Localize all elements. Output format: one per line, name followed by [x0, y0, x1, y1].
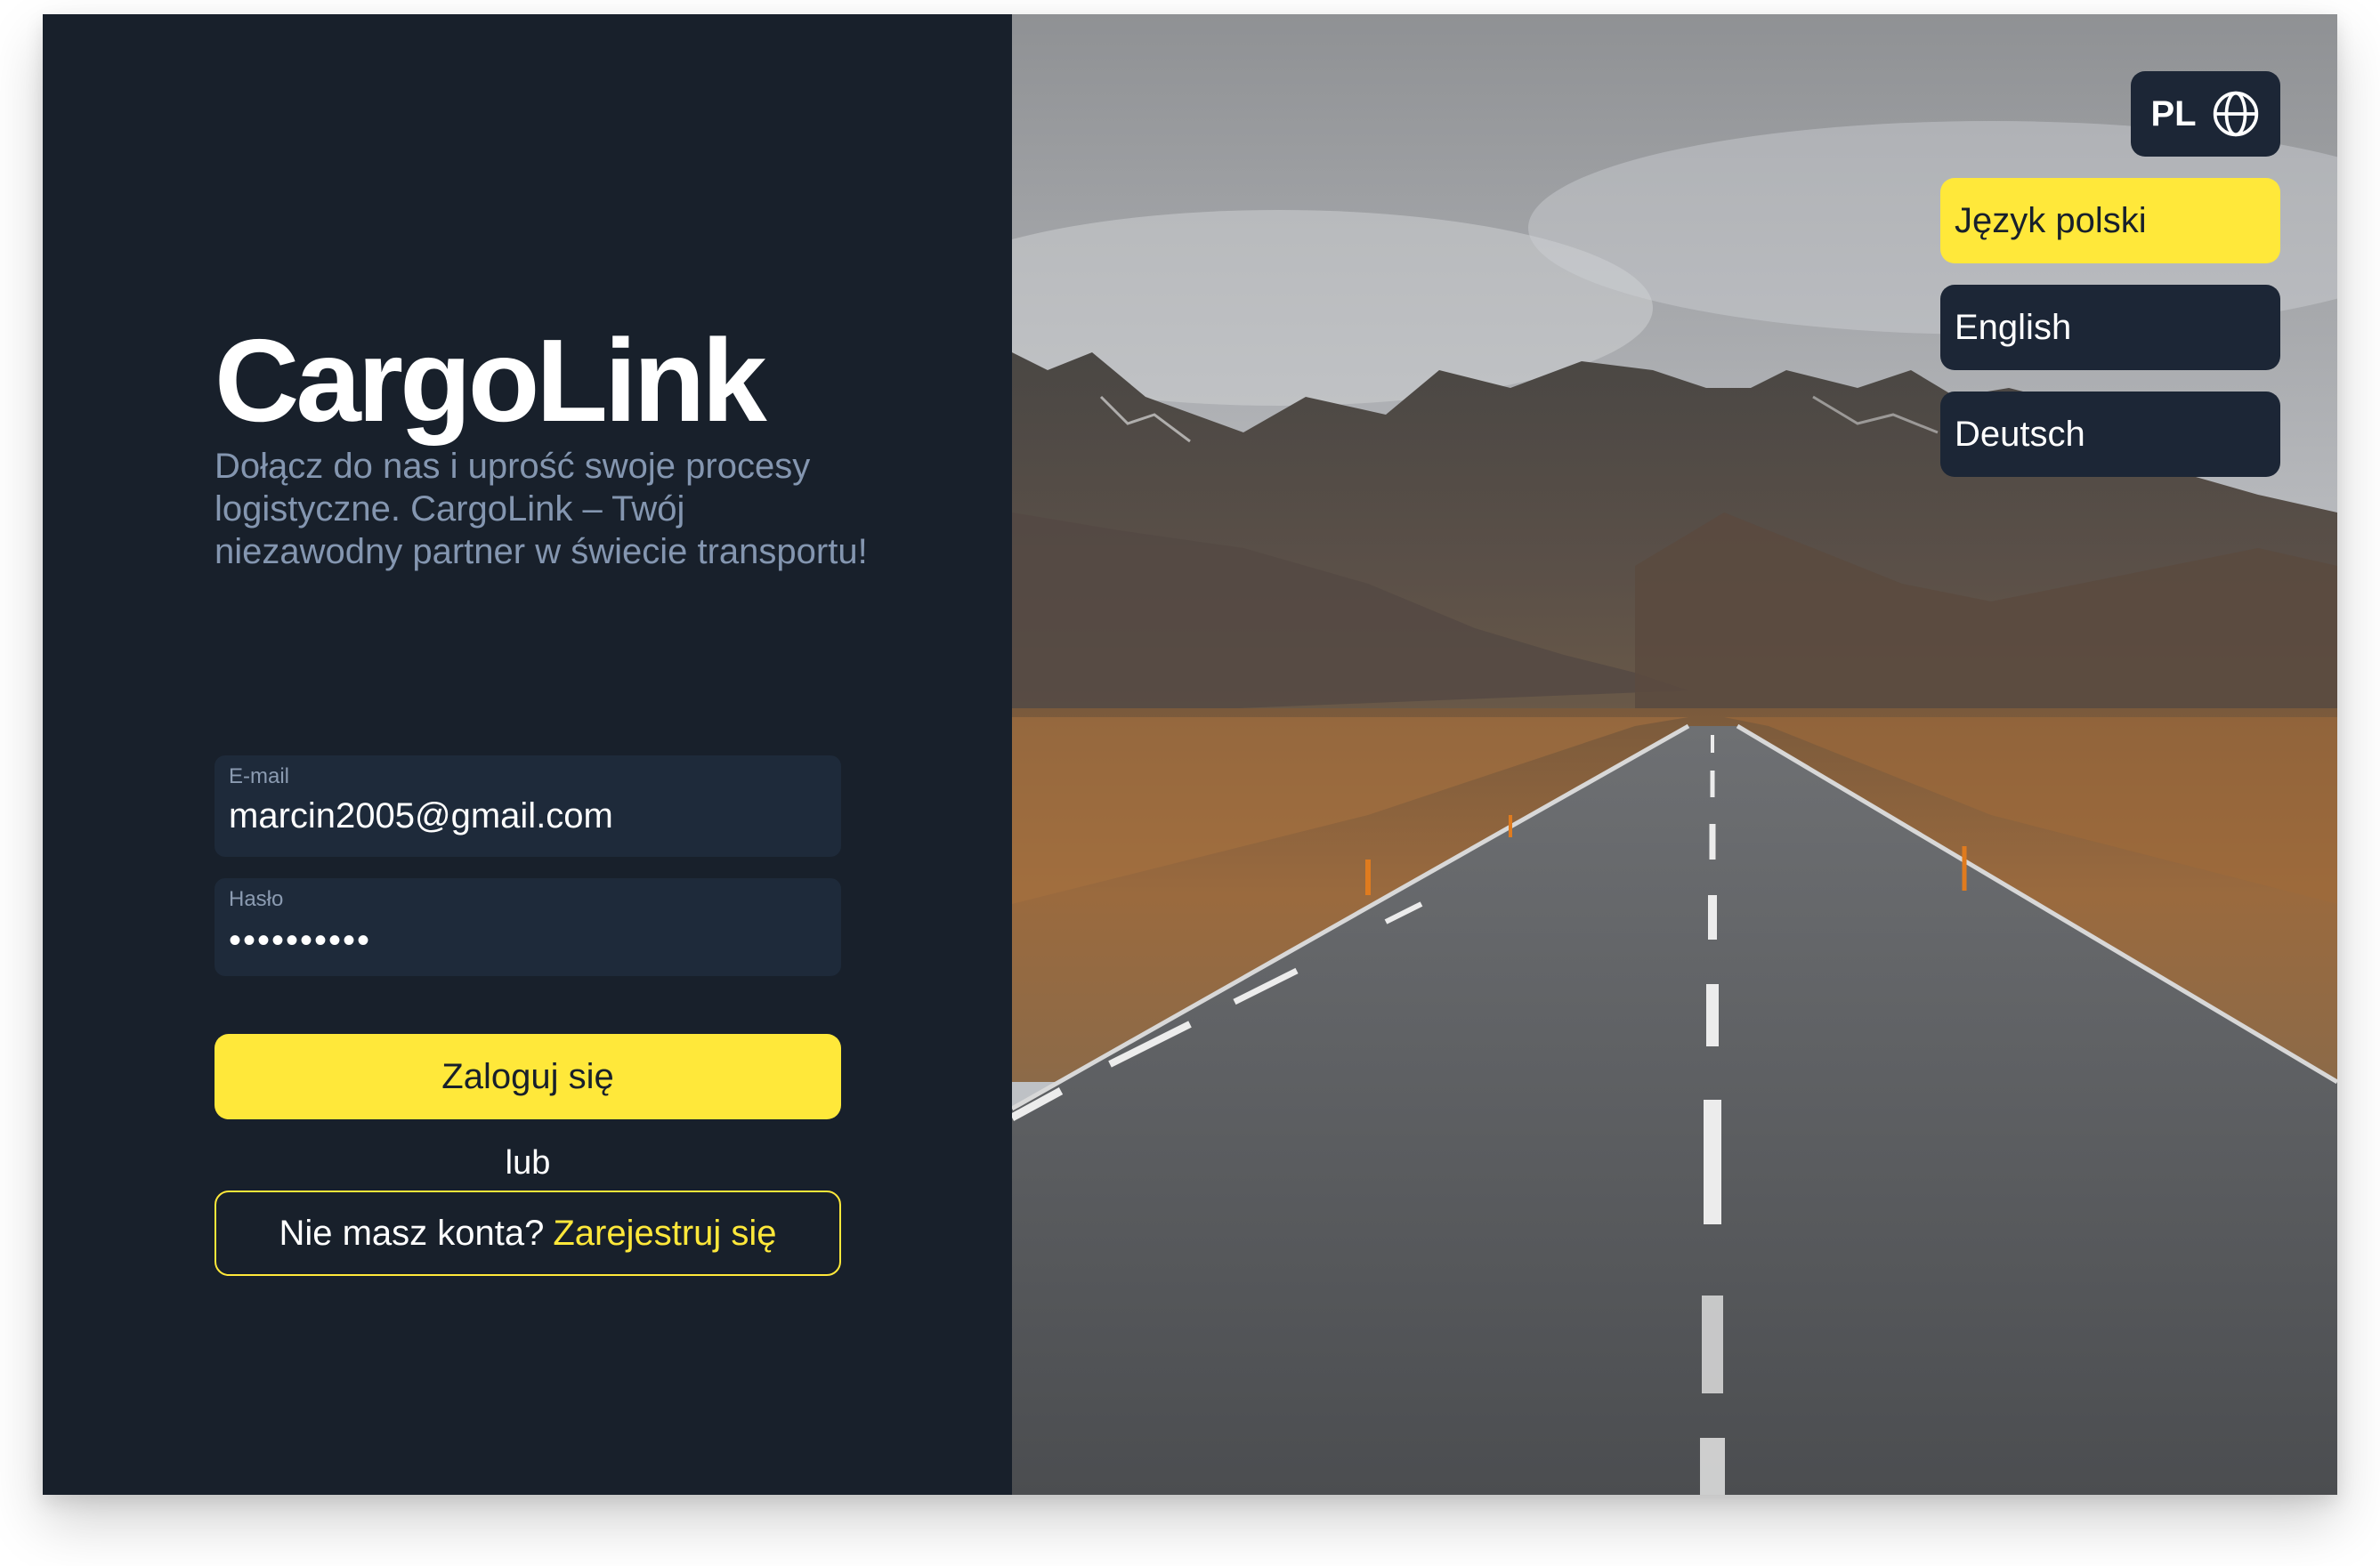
- email-input[interactable]: [229, 796, 827, 836]
- or-separator: lub: [505, 1144, 551, 1182]
- email-label: E-mail: [229, 764, 290, 788]
- login-panel: CargoLink Dołącz do nas i uprość swoje p…: [43, 14, 1012, 1495]
- password-label: Hasło: [229, 887, 284, 911]
- brand-logo-text: CargoLink: [215, 315, 767, 447]
- language-option-polish[interactable]: Język polski: [1940, 178, 2280, 263]
- register-prompt: Nie masz konta?: [279, 1213, 545, 1253]
- language-option-english[interactable]: English: [1940, 285, 2280, 370]
- login-button[interactable]: Zaloguj się: [215, 1034, 841, 1119]
- language-toggle[interactable]: PL: [2131, 71, 2280, 157]
- language-option-german[interactable]: Deutsch: [1940, 392, 2280, 477]
- register-link[interactable]: Zarejestruj się: [553, 1214, 776, 1254]
- register-button[interactable]: Nie masz konta? Zarejestruj się: [215, 1191, 841, 1276]
- tagline: Dołącz do nas i uprość swoje procesy log…: [215, 447, 868, 571]
- email-field[interactable]: E-mail: [215, 755, 841, 857]
- hero-image-panel: PL Język polski English Deutsch: [1012, 14, 2337, 1495]
- app-window: CargoLink Dołącz do nas i uprość swoje p…: [43, 14, 2337, 1495]
- password-input[interactable]: ••••••••••: [229, 921, 827, 961]
- globe-icon: [2213, 91, 2258, 137]
- password-field[interactable]: Hasło ••••••••••: [215, 878, 841, 976]
- current-language: PL: [2150, 93, 2197, 133]
